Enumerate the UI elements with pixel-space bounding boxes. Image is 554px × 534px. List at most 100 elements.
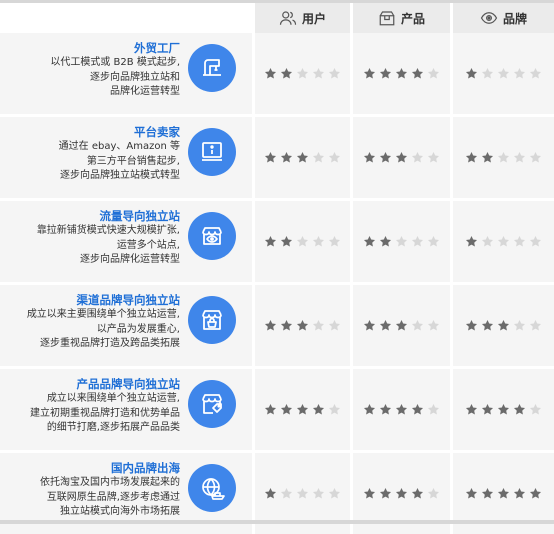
- star-filled-icon: [497, 487, 510, 499]
- star-rating: [465, 235, 542, 248]
- row-label-cell: 平台卖家 通过在 ebay、Amazon 等 第三方平台销售起步, 逐步向品牌独…: [0, 117, 252, 198]
- star-filled-icon: [395, 403, 408, 415]
- star-empty-icon: [427, 403, 440, 415]
- star-rating: [264, 235, 341, 248]
- header-brand-label: 品牌: [502, 11, 527, 26]
- row-icon-badge: [188, 464, 236, 512]
- brand-rating-cell: [453, 285, 554, 366]
- star-empty-icon: [411, 319, 424, 331]
- row-desc-line: 建立初期重视品牌打造和优势单品: [30, 407, 180, 419]
- star-filled-icon: [264, 487, 277, 499]
- product-rating-cell: [353, 117, 450, 198]
- star-filled-icon: [280, 67, 293, 79]
- star-filled-icon: [280, 403, 293, 415]
- star-filled-icon: [280, 151, 293, 163]
- star-filled-icon: [280, 319, 293, 331]
- star-empty-icon: [296, 487, 309, 499]
- star-rating: [264, 319, 341, 332]
- star-empty-icon: [427, 151, 440, 163]
- star-filled-icon: [379, 319, 392, 331]
- star-empty-icon: [529, 319, 542, 331]
- brand-rating-cell: [453, 33, 554, 114]
- users-icon: [279, 11, 297, 25]
- star-empty-icon: [529, 403, 542, 415]
- header-product: 产品: [353, 3, 450, 33]
- row-title: 外贸工厂: [134, 41, 180, 55]
- star-filled-icon: [363, 487, 376, 499]
- row-desc-line: 互联网原生品牌,逐步考虑通过: [46, 491, 180, 503]
- star-filled-icon: [379, 403, 392, 415]
- star-filled-icon: [379, 151, 392, 163]
- row-icon-badge: [188, 212, 236, 260]
- star-rating: [363, 151, 440, 164]
- star-filled-icon: [395, 487, 408, 499]
- star-filled-icon: [312, 403, 325, 415]
- row-desc-line: 的细节打磨,逐步拓展产品品类: [46, 422, 180, 433]
- star-empty-icon: [497, 67, 510, 79]
- shop-tag-icon: [202, 394, 222, 414]
- star-empty-icon: [395, 235, 408, 247]
- star-empty-icon: [280, 487, 293, 499]
- star-filled-icon: [379, 67, 392, 79]
- star-rating: [264, 151, 341, 164]
- star-empty-icon: [312, 487, 325, 499]
- star-rating: [465, 319, 542, 332]
- storefront-eye-icon: [202, 227, 222, 245]
- row-desc-line: 依托淘宝及国内市场发展起来的: [40, 477, 180, 488]
- comparison-table: 用户 产品 品牌 外贸工厂 以代工模式或 B2B 模式起步, 逐步向品牌独立站和…: [0, 0, 554, 534]
- row-desc-line: 以代工模式或 B2B 模式起步,: [50, 57, 180, 68]
- star-filled-icon: [395, 151, 408, 163]
- star-rating: [363, 403, 440, 416]
- star-empty-icon: [312, 235, 325, 247]
- star-empty-icon: [411, 235, 424, 247]
- star-filled-icon: [363, 67, 376, 79]
- star-empty-icon: [312, 151, 325, 163]
- row-title: 国内品牌出海: [111, 461, 180, 475]
- star-filled-icon: [513, 487, 526, 499]
- eye-icon: [480, 12, 498, 24]
- star-empty-icon: [513, 67, 526, 79]
- star-empty-icon: [529, 151, 542, 163]
- star-empty-icon: [513, 151, 526, 163]
- product-rating-cell: [353, 201, 450, 282]
- star-empty-icon: [427, 235, 440, 247]
- star-filled-icon: [497, 403, 510, 415]
- star-empty-icon: [328, 67, 341, 79]
- header-brand: 品牌: [453, 3, 554, 33]
- star-empty-icon: [481, 67, 494, 79]
- row-label-cell: 流量导向独立站 靠拉新铺货模式快速大规模扩张, 运营多个站点, 逐步向品牌化运营…: [0, 201, 252, 282]
- star-filled-icon: [296, 403, 309, 415]
- star-rating: [264, 67, 341, 80]
- star-filled-icon: [280, 235, 293, 247]
- star-filled-icon: [497, 319, 510, 331]
- table-row: 外贸工厂 以代工模式或 B2B 模式起步, 逐步向品牌独立站和 品牌化运营转型: [0, 33, 554, 114]
- table-header: 用户 产品 品牌: [0, 3, 554, 33]
- star-rating: [363, 235, 440, 248]
- row-title: 渠道品牌导向独立站: [76, 293, 181, 307]
- user-rating-cell: [255, 369, 350, 450]
- info-monitor-icon: [202, 142, 222, 161]
- star-filled-icon: [379, 487, 392, 499]
- star-filled-icon: [481, 487, 494, 499]
- row-desc-line: 逐步向品牌独立站模式转型: [60, 170, 180, 181]
- row-desc-line: 第三方平台销售起步,: [86, 155, 180, 167]
- shop-basket-icon: [202, 310, 222, 330]
- star-filled-icon: [481, 151, 494, 163]
- brand-rating-cell: [453, 117, 554, 198]
- star-empty-icon: [513, 235, 526, 247]
- row-desc-line: 逐步向品牌独立站和: [90, 71, 180, 83]
- star-empty-icon: [411, 151, 424, 163]
- star-rating: [465, 67, 542, 80]
- row-icon-badge: [188, 380, 236, 428]
- star-empty-icon: [328, 235, 341, 247]
- product-rating-cell: [353, 369, 450, 450]
- user-rating-cell: [255, 285, 350, 366]
- star-empty-icon: [328, 319, 341, 331]
- star-filled-icon: [264, 67, 277, 79]
- star-rating: [465, 151, 542, 164]
- star-filled-icon: [513, 403, 526, 415]
- star-filled-icon: [363, 319, 376, 331]
- star-filled-icon: [264, 403, 277, 415]
- star-empty-icon: [529, 67, 542, 79]
- row-title: 产品品牌导向独立站: [76, 377, 181, 391]
